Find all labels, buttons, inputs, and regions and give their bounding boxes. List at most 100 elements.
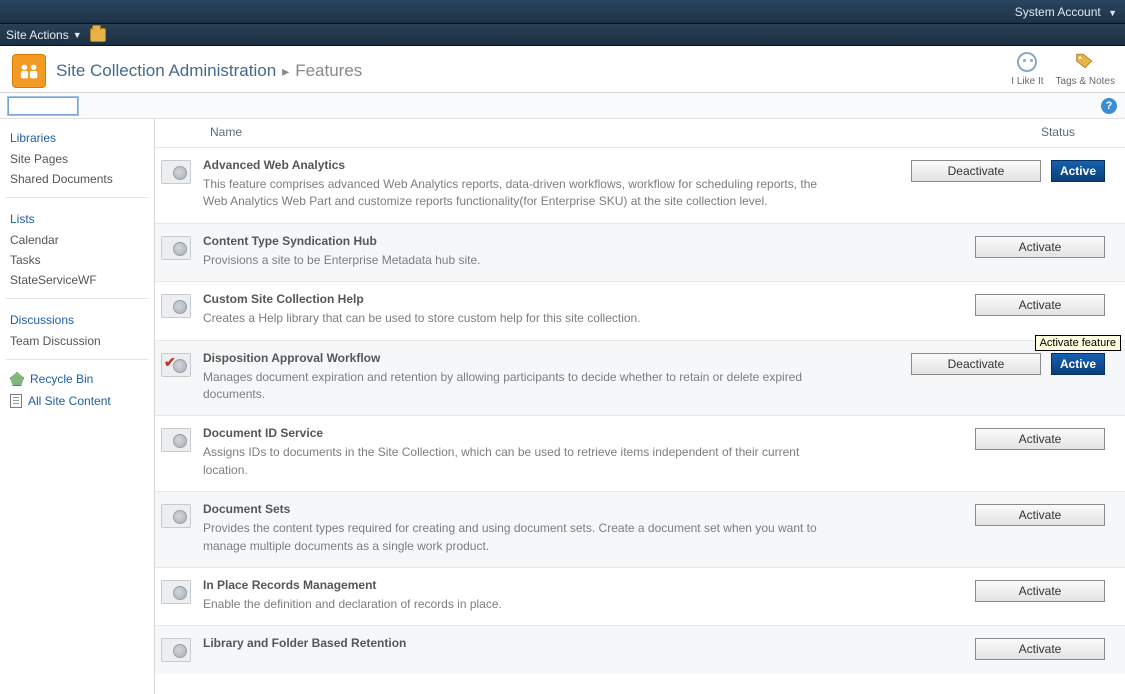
header-status: Status [1041, 125, 1075, 139]
feature-row: Custom Site Collection Help Creates a Hel… [155, 281, 1125, 339]
feature-description: Creates a Help library that can be used … [203, 310, 843, 327]
breadcrumb-current: Features [295, 61, 362, 81]
help-icon[interactable]: ? [1101, 98, 1117, 114]
navigate-up-icon[interactable] [90, 28, 106, 42]
deactivate-button[interactable]: Deactivate [911, 160, 1041, 182]
ql-item[interactable]: Tasks [0, 250, 154, 270]
activate-button[interactable]: Activate [975, 428, 1105, 450]
feature-text: In Place Records Management Enable the de… [203, 578, 963, 613]
feature-description: Provisions a site to be Enterprise Metad… [203, 252, 843, 269]
feature-controls: Deactivate Active [911, 160, 1105, 182]
gear-icon [161, 294, 191, 318]
recycle-icon [10, 372, 24, 386]
ql-header-libraries[interactable]: Libraries [0, 125, 154, 149]
feature-text: Content Type Syndication Hub Provisions a… [203, 234, 963, 269]
status-badge: Active [1051, 160, 1105, 182]
title-area: Site Collection Administration ▸ Feature… [0, 46, 1125, 93]
feature-text: Library and Folder Based Retention [203, 636, 963, 654]
feature-row: Advanced Web AnalyticsThis feature compr… [155, 147, 1125, 223]
recycle-bin-link[interactable]: Recycle Bin [0, 368, 154, 390]
account-label: System Account [1015, 5, 1101, 19]
gear-icon [161, 580, 191, 604]
breadcrumb: Site Collection Administration ▸ Feature… [56, 61, 362, 81]
account-menu[interactable]: System Account ▼ [1015, 5, 1117, 19]
feature-text: Advanced Web AnalyticsThis feature compr… [203, 158, 899, 211]
feature-title: Library and Folder Based Retention [203, 636, 963, 650]
status-badge: Active [1051, 353, 1105, 375]
feature-controls: Activate [975, 638, 1105, 660]
feature-controls: Activate [975, 236, 1105, 258]
breadcrumb-site[interactable]: Site Collection Administration [56, 61, 276, 81]
feature-title: Document ID Service [203, 426, 963, 440]
feature-row: Library and Folder Based Retention Activa… [155, 625, 1125, 674]
feature-text: Custom Site Collection Help Creates a Hel… [203, 292, 963, 327]
feature-text: Disposition Approval WorkflowManages doc… [203, 351, 899, 404]
ql-item[interactable]: Calendar [0, 230, 154, 250]
feature-controls: Activate [975, 504, 1105, 526]
feature-title: Custom Site Collection Help [203, 292, 963, 306]
gear-icon [161, 428, 191, 452]
gear-icon [161, 236, 191, 260]
gear-icon [161, 504, 191, 528]
quick-launch: LibrariesSite PagesShared Documents Lists… [0, 119, 155, 694]
like-label: I Like It [1011, 76, 1043, 87]
feature-title: In Place Records Management [203, 578, 963, 592]
like-button[interactable]: I Like It [1011, 52, 1043, 87]
ql-item[interactable]: StateServiceWF [0, 270, 154, 290]
feature-row: Content Type Syndication Hub Provisions a… [155, 223, 1125, 281]
ql-item[interactable]: Site Pages [0, 149, 154, 169]
chevron-down-icon: ▼ [1108, 8, 1117, 18]
search-input[interactable] [8, 97, 78, 115]
activate-button[interactable]: Activate [975, 294, 1105, 316]
feature-description: Manages document expiration and retentio… [203, 369, 843, 404]
tags-notes-button[interactable]: Tags & Notes [1056, 52, 1115, 87]
ribbon-site-actions-bar: Site Actions ▼ [0, 24, 1125, 46]
tag-icon [1074, 52, 1096, 74]
activate-button[interactable]: Activate [975, 236, 1105, 258]
activate-button[interactable]: Activate [975, 580, 1105, 602]
header-name: Name [210, 125, 242, 139]
chevron-right-icon: ▸ [282, 63, 289, 80]
divider [6, 359, 148, 360]
site-actions-label: Site Actions [6, 28, 69, 42]
feature-controls: Activate [975, 580, 1105, 602]
site-logo[interactable] [12, 54, 46, 88]
people-icon [18, 60, 40, 82]
ql-item[interactable]: Team Discussion [0, 331, 154, 351]
main-content: Name Status Advanced Web AnalyticsThis f… [155, 119, 1125, 694]
divider [6, 298, 148, 299]
gear-icon [161, 160, 191, 184]
feature-title: Advanced Web Analytics [203, 158, 899, 172]
deactivate-button[interactable]: Deactivate [911, 353, 1041, 375]
ql-header-lists[interactable]: Lists [0, 206, 154, 230]
feature-description: Provides the content types required for … [203, 520, 843, 555]
feature-description: Enable the definition and declaration of… [203, 596, 843, 613]
chevron-down-icon: ▼ [73, 30, 82, 40]
smiley-icon [1017, 52, 1037, 72]
feature-list: Advanced Web AnalyticsThis feature compr… [155, 147, 1125, 674]
activate-button[interactable]: Activate [975, 638, 1105, 660]
divider [6, 197, 148, 198]
feature-row: Disposition Approval WorkflowManages doc… [155, 340, 1125, 416]
site-actions-menu[interactable]: Site Actions ▼ [6, 28, 82, 42]
feature-title: Content Type Syndication Hub [203, 234, 963, 248]
ql-header-discussions[interactable]: Discussions [0, 307, 154, 331]
page-icon [10, 394, 22, 408]
column-headers: Name Status [155, 119, 1125, 147]
feature-text: Document ID Service Assigns IDs to docume… [203, 426, 963, 479]
feature-row: In Place Records Management Enable the de… [155, 567, 1125, 625]
ribbon-account-bar: System Account ▼ [0, 0, 1125, 24]
ql-item[interactable]: Shared Documents [0, 169, 154, 189]
all-site-content-link[interactable]: All Site Content [0, 390, 154, 412]
toolbar: ? [0, 93, 1125, 119]
feature-controls: Activate [975, 428, 1105, 450]
feature-controls: Activate [975, 294, 1105, 316]
feature-controls: Deactivate Active [911, 353, 1105, 375]
feature-row: Document ID Service Assigns IDs to docume… [155, 415, 1125, 491]
tooltip: Activate feature [1035, 335, 1121, 351]
feature-text: Document SetsProvides the content types … [203, 502, 963, 555]
feature-row: Document SetsProvides the content types … [155, 491, 1125, 567]
activate-button[interactable]: Activate [975, 504, 1105, 526]
gear-icon [161, 638, 191, 662]
feature-description: Assigns IDs to documents in the Site Col… [203, 444, 843, 479]
